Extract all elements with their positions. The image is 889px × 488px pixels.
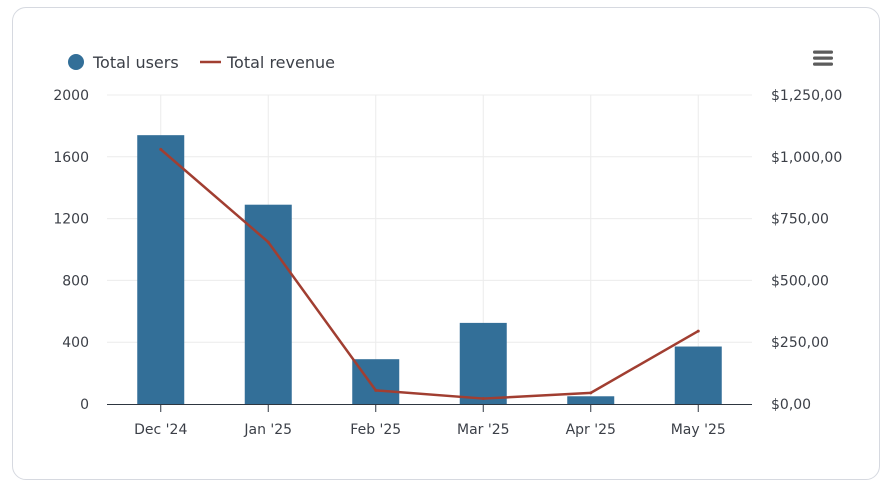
line-total-revenue	[159, 148, 699, 400]
menu-icon-bar	[813, 56, 833, 60]
y-left-tick-label: 2000	[53, 88, 89, 104]
y-left-tick-label: 1200	[53, 212, 89, 228]
legend-label: Total users	[92, 53, 179, 72]
bar-series	[137, 135, 722, 405]
y-right-tick-label: $750,00	[771, 212, 829, 228]
chart: Dec '24 Jan '25 Feb '25 Mar '25 Apr '25 May '…	[53, 50, 842, 438]
point-total-revenue	[696, 329, 700, 333]
point-total-revenue	[481, 397, 485, 401]
line-series	[159, 147, 700, 401]
x-tick-label: Apr '25	[566, 422, 616, 438]
y-left-tick-label: 800	[62, 273, 89, 289]
chart-grid	[107, 94, 752, 404]
x-tick-label: Jan '25	[243, 422, 292, 438]
y-right-tick-label: $1,250,00	[771, 88, 842, 104]
bar-total-users	[674, 346, 722, 404]
menu-icon-bar	[813, 62, 833, 66]
bar-total-users	[567, 396, 615, 404]
x-tick-label: Mar '25	[457, 422, 510, 438]
chart-menu-button[interactable]	[813, 50, 833, 66]
chart-card: Dec '24 Jan '25 Feb '25 Mar '25 Apr '25 May '…	[12, 7, 880, 480]
legend-marker-bar	[68, 54, 84, 70]
hamburger-menu-icon	[813, 50, 833, 66]
bar-total-users	[459, 322, 507, 404]
bar-total-users	[244, 204, 292, 404]
x-tick-label: May '25	[671, 422, 726, 438]
y-left-tick-label: 400	[62, 335, 89, 351]
point-total-revenue	[374, 388, 378, 392]
point-total-revenue	[266, 240, 270, 244]
point-total-revenue	[159, 147, 163, 151]
y-left-tick-label: 1600	[53, 150, 89, 166]
y-right-tick-label: $1,000,00	[771, 150, 842, 166]
x-tick-label: Dec '24	[134, 422, 187, 438]
bar-total-users	[137, 135, 185, 405]
x-tick-label: Feb '25	[350, 422, 401, 438]
y-right-tick-label: $250,00	[771, 335, 829, 351]
menu-icon-bar	[813, 50, 833, 54]
y-left-tick-label: 0	[80, 397, 89, 413]
legend-label: Total revenue	[226, 53, 335, 72]
y-right-tick-label: $500,00	[771, 273, 829, 289]
chart-legend: Total users Total revenue	[68, 53, 335, 72]
y-right-tick-label: $0,00	[771, 397, 811, 413]
point-total-revenue	[589, 391, 593, 395]
legend-item-total-revenue[interactable]: Total revenue	[200, 53, 335, 72]
legend-item-total-users[interactable]: Total users	[68, 53, 179, 72]
